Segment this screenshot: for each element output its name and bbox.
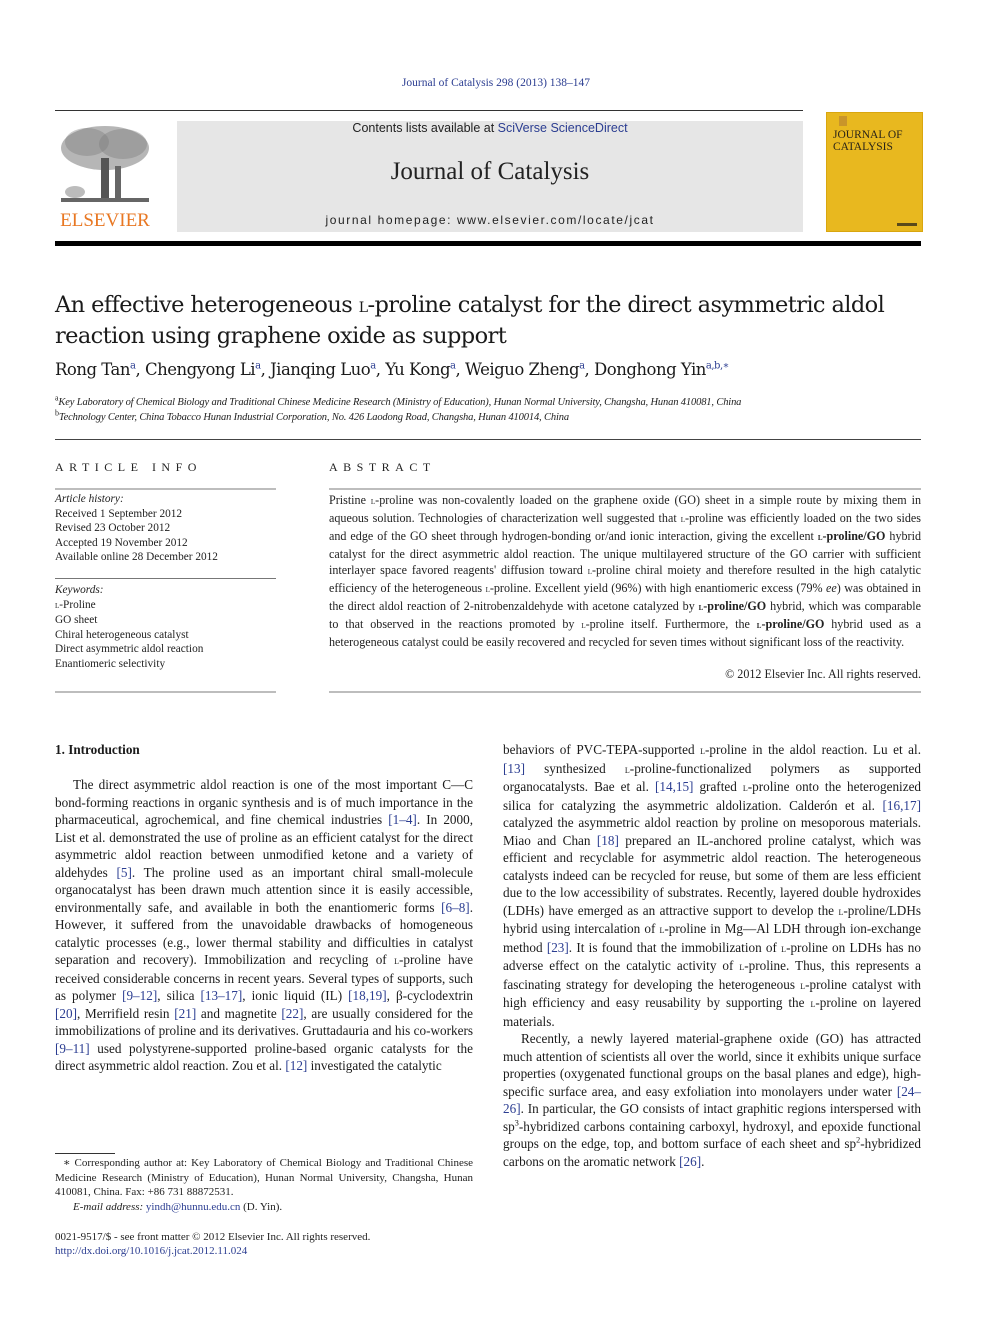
reference-link[interactable]: [20] bbox=[55, 1006, 77, 1021]
article-title: An effective heterogeneous l-proline cat… bbox=[55, 290, 915, 351]
top-rule bbox=[55, 110, 803, 111]
cover-title: JOURNAL OF CATALYSIS bbox=[833, 129, 923, 153]
section-heading-introduction: 1. Introduction bbox=[55, 742, 140, 757]
author: Rong Tan bbox=[55, 360, 130, 379]
affiliation-text: Key Laboratory of Chemical Biology and T… bbox=[58, 397, 742, 408]
abstract-text: Pristine l-proline was non-covalently lo… bbox=[329, 493, 922, 649]
divider bbox=[55, 578, 276, 579]
abstract-heading: ABSTRACT bbox=[329, 460, 436, 474]
tree-icon bbox=[57, 122, 153, 206]
author-list: Rong Tana, Chengyong Lia, Jianqing Luoa,… bbox=[55, 360, 730, 379]
author: Chengyong Li bbox=[144, 360, 256, 379]
paragraph: Recently, a newly layered material-graph… bbox=[503, 1031, 921, 1169]
affiliation-text: Technology Center, China Tobacco Hunan I… bbox=[58, 412, 569, 423]
reference-link[interactable]: [6–8] bbox=[441, 900, 470, 915]
reference-link[interactable]: [26] bbox=[679, 1154, 701, 1169]
divider bbox=[329, 691, 921, 693]
keyword: Direct asymmetric aldol reaction bbox=[55, 643, 204, 655]
author-affiliation-link[interactable]: a bbox=[579, 361, 585, 372]
reference-link[interactable]: [23] bbox=[547, 940, 569, 955]
author-affiliation-link[interactable]: a bbox=[255, 361, 261, 372]
author-affiliation-link[interactable]: a bbox=[450, 361, 456, 372]
email-link[interactable]: yindh@hunnu.edu.cn bbox=[146, 1201, 240, 1213]
contents-line: Contents lists available at SciVerse Sci… bbox=[177, 121, 803, 135]
divider bbox=[55, 691, 276, 693]
abstract-copyright: © 2012 Elsevier Inc. All rights reserved… bbox=[725, 667, 921, 681]
history-accepted: Accepted 19 November 2012 bbox=[55, 536, 188, 549]
article-history: Article history: Received 1 September 20… bbox=[55, 492, 276, 565]
reference-link[interactable]: [18,19] bbox=[348, 988, 386, 1003]
divider bbox=[329, 488, 921, 490]
history-online: Available online 28 December 2012 bbox=[55, 551, 218, 563]
author-affiliation-link[interactable]: a bbox=[130, 361, 136, 372]
doi-link[interactable]: http://dx.doi.org/10.1016/j.jcat.2012.11… bbox=[55, 1245, 247, 1257]
footnote-text: ∗ Corresponding author at: Key Laborator… bbox=[55, 1157, 473, 1198]
journal-name: Journal of Catalysis bbox=[390, 158, 590, 185]
author-affiliation-link[interactable]: a,b,∗ bbox=[706, 361, 730, 372]
divider bbox=[55, 439, 921, 440]
journal-cover[interactable]: JOURNAL OF CATALYSIS bbox=[826, 112, 923, 232]
author-affiliation-link[interactable]: a bbox=[370, 361, 376, 372]
reference-link[interactable]: [1–4] bbox=[388, 812, 417, 827]
journal-homepage-link[interactable]: journal homepage: www.elsevier.com/locat… bbox=[177, 213, 803, 227]
contents-prefix: Contents lists available at bbox=[352, 121, 498, 135]
reference-link[interactable]: [13–17] bbox=[200, 988, 242, 1003]
keyword: GO sheet bbox=[55, 614, 98, 626]
reference-link[interactable]: [9–12] bbox=[122, 988, 157, 1003]
reference-link[interactable]: [22] bbox=[281, 1006, 303, 1021]
citation-link[interactable]: Journal of Catalysis 298 (2013) 138–147 bbox=[402, 77, 590, 89]
reference-link[interactable]: [21] bbox=[174, 1006, 196, 1021]
keyword-text: -Proline bbox=[59, 598, 96, 611]
keywords-label: Keywords: bbox=[55, 584, 104, 596]
author: Weiguo Zheng bbox=[465, 360, 580, 379]
elsevier-wordmark: ELSEVIER bbox=[60, 210, 150, 231]
cover-title-line1: JOURNAL OF bbox=[833, 129, 903, 141]
reference-link[interactable]: [9–11] bbox=[55, 1041, 90, 1056]
title-text: An effective heterogeneous bbox=[55, 292, 359, 318]
history-label: Article history: bbox=[55, 493, 124, 505]
reference-link[interactable]: [16,17] bbox=[883, 798, 921, 813]
issn-line: 0021-9517/$ - see front matter © 2012 El… bbox=[55, 1231, 371, 1243]
paragraph: The direct asymmetric aldol reaction is … bbox=[55, 777, 474, 1073]
sciencedirect-link[interactable]: SciVerse ScienceDirect bbox=[498, 121, 628, 135]
reference-link[interactable]: [14,15] bbox=[655, 779, 693, 794]
keyword: l-Proline bbox=[55, 598, 276, 614]
author: Donghong Yin bbox=[594, 360, 706, 379]
reference-link[interactable]: [13] bbox=[503, 761, 525, 776]
history-received: Received 1 September 2012 bbox=[55, 507, 183, 520]
reference-link[interactable]: [12] bbox=[285, 1058, 307, 1073]
keyword: Enantiomeric selectivity bbox=[55, 657, 166, 670]
corresponding-author-footnote: ∗ Corresponding author at: Key Laborator… bbox=[55, 1156, 473, 1214]
reference-link[interactable]: [18] bbox=[597, 833, 619, 848]
author: Yu Kong bbox=[385, 360, 451, 379]
running-head[interactable]: Journal of Catalysis 298 (2013) 138–147 bbox=[0, 77, 992, 89]
cover-title-line2: CATALYSIS bbox=[833, 141, 893, 153]
front-matter: 0021-9517/$ - see front matter © 2012 El… bbox=[55, 1230, 473, 1258]
article-info-heading: ARTICLE INFO bbox=[55, 460, 202, 474]
divider bbox=[55, 488, 276, 490]
author: Jianqing Luo bbox=[270, 360, 371, 379]
email-line: E-mail address: yindh@hunnu.edu.cn (D. Y… bbox=[73, 1200, 283, 1213]
keywords: Keywords: l-Proline GO sheet Chiral hete… bbox=[55, 583, 276, 671]
footnote-rule bbox=[55, 1153, 115, 1154]
body-column-left: The direct asymmetric aldol reaction is … bbox=[55, 776, 473, 1075]
cover-imprint bbox=[897, 223, 917, 226]
affiliation: bTechnology Center, China Tobacco Hunan … bbox=[55, 409, 915, 425]
keyword: Chiral heterogeneous catalyst bbox=[55, 628, 189, 641]
affiliation: aKey Laboratory of Chemical Biology and … bbox=[55, 394, 915, 410]
journal-banner: Contents lists available at SciVerse Sci… bbox=[177, 121, 803, 232]
cover-publisher-icon bbox=[839, 116, 847, 126]
masthead-rule bbox=[55, 241, 921, 246]
reference-link[interactable]: [5] bbox=[116, 865, 131, 880]
body-column-right: behaviors of PVC-TEPA-supported l-prolin… bbox=[503, 741, 921, 1170]
affiliations: aKey Laboratory of Chemical Biology and … bbox=[55, 394, 915, 425]
history-revised: Revised 23 October 2012 bbox=[55, 522, 171, 534]
paragraph: behaviors of PVC-TEPA-supported l-prolin… bbox=[503, 742, 922, 1029]
email-label: E-mail address: bbox=[73, 1200, 146, 1213]
elsevier-logo[interactable]: ELSEVIER bbox=[55, 120, 155, 232]
